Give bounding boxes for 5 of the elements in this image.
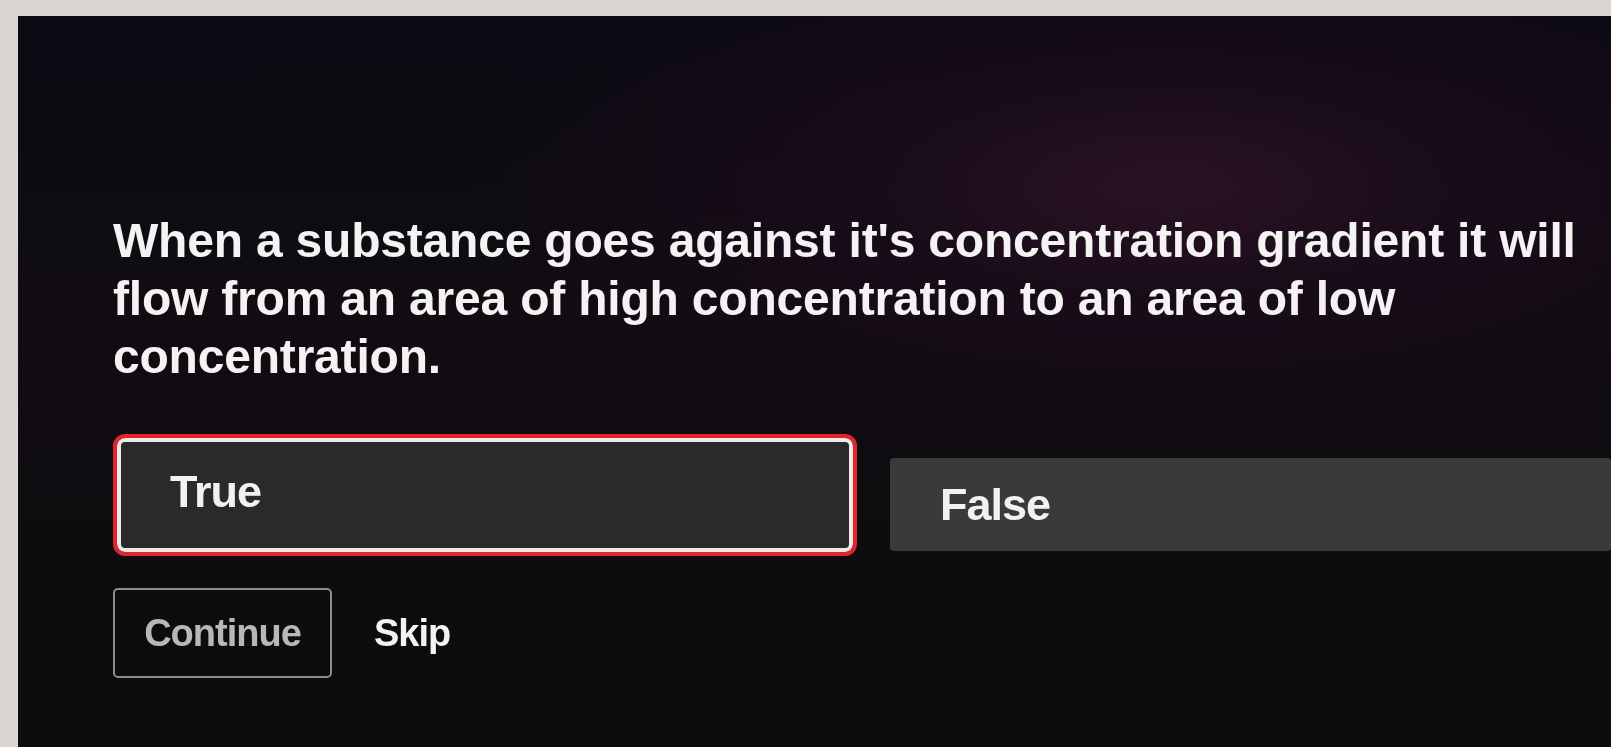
continue-button[interactable]: Continue: [113, 588, 332, 678]
skip-link[interactable]: Skip: [374, 611, 451, 655]
question-text: When a substance goes against it's concentration gradient it will flow from an area of high concentration to an area of low concentration.: [113, 213, 1577, 385]
answer-option[interactable]: True: [113, 434, 857, 556]
answer-option[interactable]: False: [890, 458, 1611, 551]
